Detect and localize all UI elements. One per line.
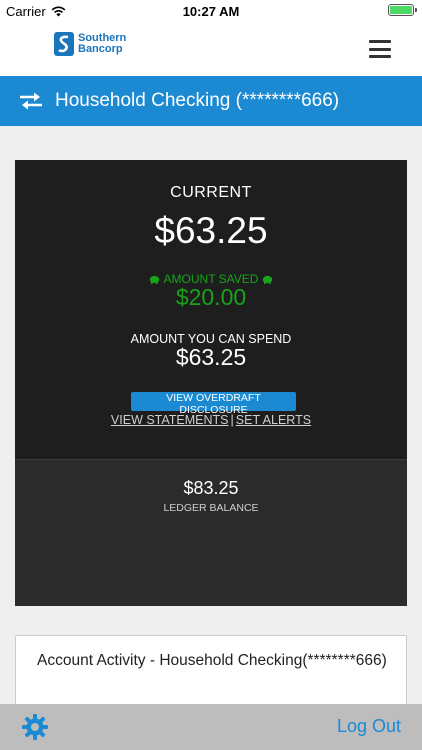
bank-logo: Southern Bancorp [54, 32, 126, 56]
amount-saved-value: $20.00 [175, 284, 247, 310]
logo-mark-icon [54, 32, 74, 56]
account-title: Household Checking (********666) [55, 90, 340, 111]
gear-icon[interactable] [21, 713, 49, 741]
status-right [388, 4, 417, 16]
ledger-amount: $83.25 [183, 478, 239, 498]
status-bar: Carrier 10:27 AM [0, 0, 422, 22]
view-overdraft-disclosure-button[interactable]: VIEW OVERDRAFT DISCLOSURE [131, 392, 296, 416]
battery-icon [388, 4, 417, 16]
log-out-button[interactable]: Log Out [337, 716, 401, 737]
balance-summary: CURRENT $63.25 AMOUNT SAVED $20.00 AMOUN… [15, 160, 407, 459]
spendable-amount: $63.25 [175, 344, 247, 370]
account-activity-title: Account Activity - Household Checking(**… [37, 652, 387, 669]
view-statements-link[interactable]: VIEW STATEMENTS [111, 413, 229, 427]
balance-card: CURRENT $63.25 AMOUNT SAVED $20.00 AMOUN… [15, 160, 407, 606]
logo-text: Southern Bancorp [78, 33, 126, 55]
set-alerts-link[interactable]: SET ALERTS [236, 413, 311, 427]
link-separator: | [230, 413, 234, 427]
account-links: VIEW STATEMENTS | SET ALERTS [15, 413, 407, 427]
hamburger-icon[interactable] [369, 40, 391, 58]
account-selector[interactable]: Household Checking (********666) [0, 76, 422, 126]
swap-arrows-icon [20, 92, 42, 110]
current-label: CURRENT [170, 184, 252, 201]
bottom-toolbar: Log Out [0, 704, 422, 750]
logo-line2: Bancorp [78, 43, 123, 55]
ledger-section: $83.25 LEDGER BALANCE [15, 459, 407, 606]
current-amount: $63.25 [154, 210, 268, 251]
piggy-bank-icon [263, 275, 273, 284]
piggy-bank-icon [149, 275, 159, 284]
status-time: 10:27 AM [182, 4, 240, 19]
main-content: CURRENT $63.25 AMOUNT SAVED $20.00 AMOUN… [0, 126, 422, 725]
ledger-label: LEDGER BALANCE [163, 502, 259, 514]
app-header: Southern Bancorp [0, 22, 422, 76]
